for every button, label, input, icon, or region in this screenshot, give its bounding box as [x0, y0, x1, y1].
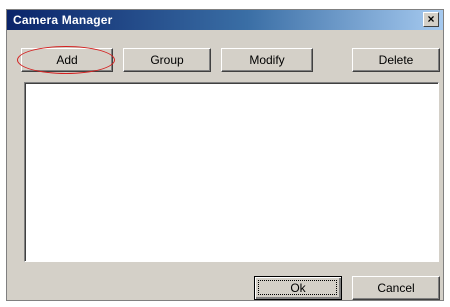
add-button-label: Add [56, 53, 78, 67]
group-button[interactable]: Group [123, 48, 211, 72]
camera-list[interactable] [24, 82, 439, 262]
camera-manager-dialog: Camera Manager × Add Group Modify Delete… [6, 9, 444, 301]
group-button-label: Group [150, 53, 184, 67]
ok-button[interactable]: Ok [254, 276, 342, 300]
focus-rectangle [258, 280, 337, 295]
modify-button[interactable]: Modify [221, 48, 313, 72]
close-button[interactable]: × [423, 12, 439, 27]
delete-button[interactable]: Delete [352, 48, 440, 72]
window-title: Camera Manager [13, 13, 113, 27]
close-icon: × [427, 12, 435, 26]
add-button[interactable]: Add [17, 46, 115, 74]
cancel-button[interactable]: Cancel [352, 276, 440, 300]
delete-button-label: Delete [378, 53, 414, 67]
modify-button-label: Modify [249, 53, 285, 67]
cancel-button-label: Cancel [377, 281, 415, 295]
title-bar[interactable]: Camera Manager × [7, 10, 443, 30]
